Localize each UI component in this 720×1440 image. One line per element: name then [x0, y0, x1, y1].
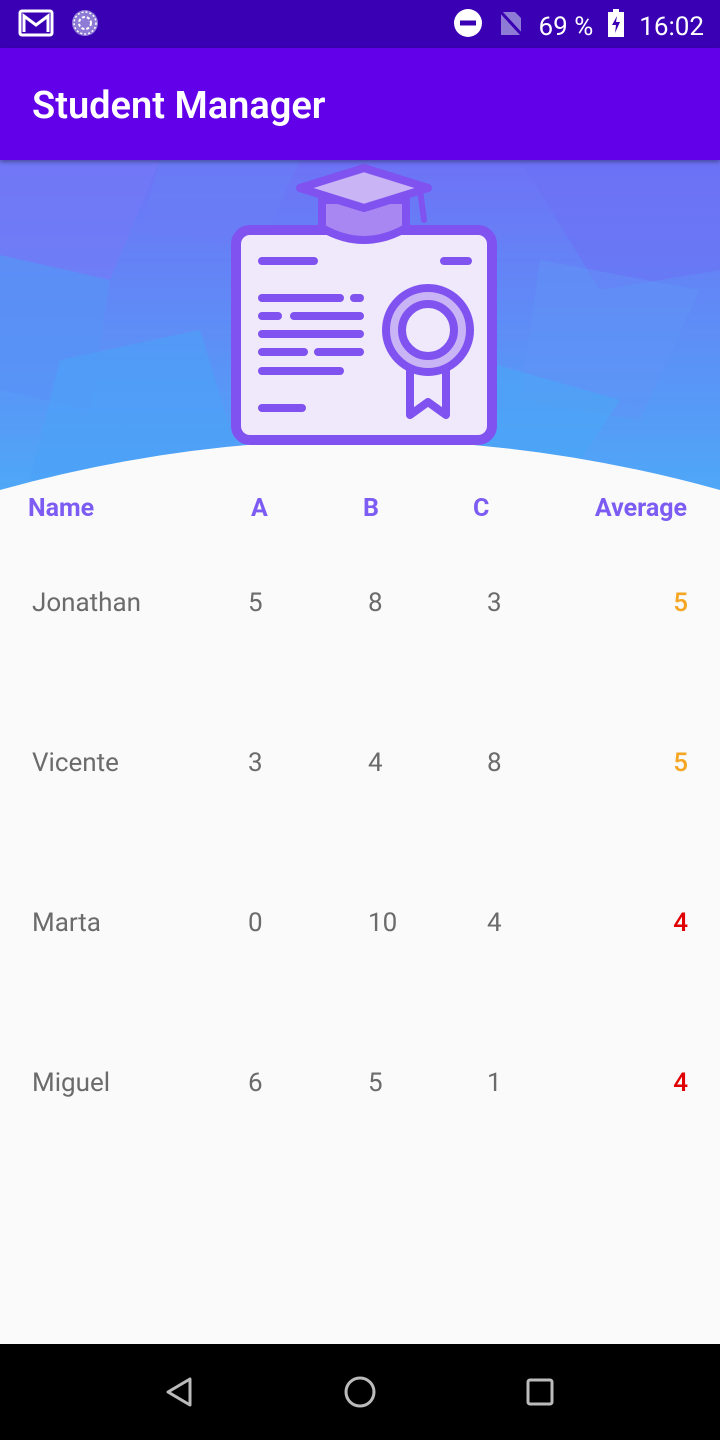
- navigation-bar: [0, 1344, 720, 1440]
- table-row[interactable]: Jonathan 5 8 3 5: [0, 588, 720, 648]
- score-b: 4: [368, 748, 383, 778]
- clock: 16:02: [639, 11, 704, 42]
- score-c: 3: [487, 588, 502, 618]
- student-name: Marta: [32, 908, 101, 938]
- battery-label: 69 %: [538, 11, 594, 42]
- back-icon[interactable]: [164, 1376, 196, 1412]
- table-row[interactable]: Marta 0 10 4 4: [0, 908, 720, 968]
- recents-icon[interactable]: [525, 1377, 555, 1411]
- score-b: 8: [368, 588, 383, 618]
- student-name: Miguel: [32, 1068, 111, 1098]
- score-a: 6: [248, 1068, 263, 1098]
- score-c: 4: [487, 908, 502, 938]
- student-name: Vicente: [32, 748, 119, 778]
- table-row[interactable]: Vicente 3 4 8 5: [0, 748, 720, 808]
- table-header: Name A B C Average: [0, 494, 720, 534]
- average-value: 4: [673, 1068, 688, 1098]
- header-a: A: [251, 494, 268, 523]
- score-a: 0: [248, 908, 263, 938]
- average-value: 5: [673, 748, 688, 778]
- app-bar: Student Manager: [0, 48, 720, 160]
- average-value: 5: [673, 588, 688, 618]
- status-bar: 69 % 16:02: [0, 0, 720, 48]
- gmail-icon: [18, 8, 54, 42]
- table-row[interactable]: Miguel 6 5 1 4: [0, 1068, 720, 1128]
- battery-charging-icon: [607, 8, 625, 45]
- no-sim-icon: [497, 8, 525, 45]
- header-name: Name: [28, 494, 95, 523]
- score-b: 5: [368, 1068, 383, 1098]
- header-b: B: [363, 494, 379, 523]
- app-title: Student Manager: [32, 84, 326, 128]
- score-a: 5: [248, 588, 263, 618]
- hero-banner: [0, 160, 720, 495]
- average-value: 4: [673, 908, 688, 938]
- home-icon[interactable]: [343, 1375, 377, 1413]
- score-a: 3: [248, 748, 263, 778]
- score-c: 8: [487, 748, 502, 778]
- header-average: Average: [594, 494, 687, 523]
- sync-icon: [70, 8, 100, 42]
- dnd-icon: [453, 8, 483, 45]
- header-c: C: [473, 494, 490, 523]
- score-b: 10: [368, 908, 398, 938]
- score-c: 1: [487, 1068, 502, 1098]
- student-name: Jonathan: [32, 588, 142, 618]
